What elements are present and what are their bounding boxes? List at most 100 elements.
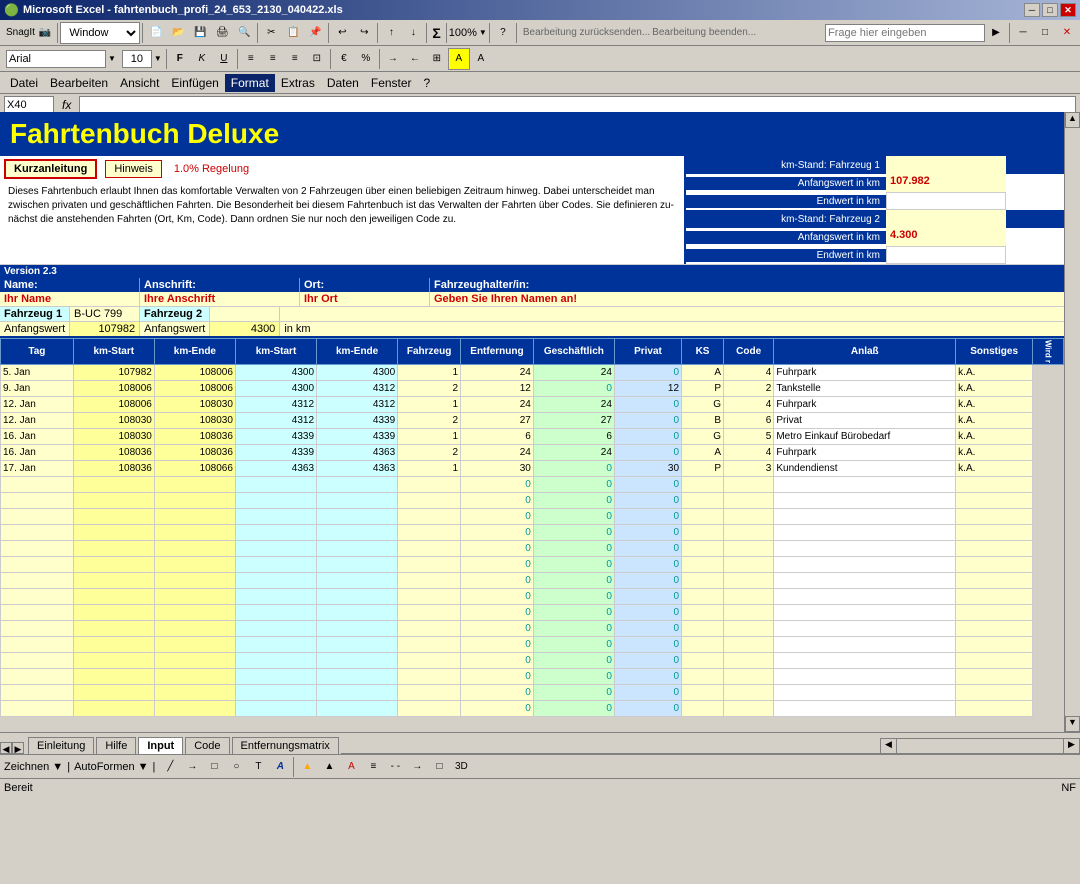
table-row[interactable]: 000 <box>1 541 1064 557</box>
borders-button[interactable]: ⊞ <box>426 48 448 70</box>
italic-button[interactable]: K <box>191 48 213 70</box>
formula-input[interactable] <box>79 96 1076 114</box>
table-row[interactable]: 9. Jan10800610800643004312212012P2Tankst… <box>1 381 1064 397</box>
underline-button[interactable]: U <box>213 48 235 70</box>
value-fahrzeughalter[interactable]: Geben Sie Ihren Namen an! <box>430 292 1064 306</box>
line-tool[interactable]: ╱ <box>159 756 181 778</box>
table-row[interactable]: 000 <box>1 685 1064 701</box>
rect-tool[interactable]: □ <box>203 756 225 778</box>
v1-anfang-val[interactable]: 107982 <box>70 322 140 336</box>
align-left-button[interactable]: ≡ <box>240 48 262 70</box>
print-button[interactable]: 🖨 <box>211 22 233 44</box>
undo-button[interactable]: ↩ <box>331 22 353 44</box>
table-row[interactable]: 000 <box>1 621 1064 637</box>
open-button[interactable]: 📂 <box>167 22 189 44</box>
table-row[interactable]: 000 <box>1 557 1064 573</box>
horizontal-scrollbar[interactable]: ◀ ▶ <box>880 738 1080 754</box>
tab-input[interactable]: Input <box>138 737 183 754</box>
table-row[interactable]: 000 <box>1 573 1064 589</box>
font-size-input[interactable] <box>122 50 152 68</box>
font-color-draw[interactable]: A <box>340 756 362 778</box>
sort-asc-button[interactable]: ↑ <box>380 22 402 44</box>
preview-button[interactable]: 🔍 <box>233 22 255 44</box>
help-search-input[interactable] <box>825 24 985 42</box>
v1-plate[interactable]: B-UC 799 <box>70 307 140 321</box>
tab-code[interactable]: Code <box>185 737 229 754</box>
table-row[interactable]: 000 <box>1 493 1064 509</box>
decrease-indent-button[interactable]: ← <box>404 48 426 70</box>
font-name-input[interactable] <box>6 50 106 68</box>
help-button[interactable]: ? <box>492 22 514 44</box>
table-row[interactable]: 000 <box>1 637 1064 653</box>
window-dropdown[interactable]: Window <box>60 22 140 44</box>
table-row[interactable]: 000 <box>1 477 1064 493</box>
v2-plate[interactable] <box>210 307 280 321</box>
table-row[interactable]: 12. Jan10800610803043124312124240G4Fuhrp… <box>1 397 1064 413</box>
tab-einleitung[interactable]: Einleitung <box>28 737 94 754</box>
align-right-button[interactable]: ≡ <box>284 48 306 70</box>
value-ort[interactable]: Ihr Ort <box>300 292 430 306</box>
kurzanleitung-button[interactable]: Kurzanleitung <box>4 159 97 179</box>
menu-extras[interactable]: Extras <box>275 74 321 92</box>
table-row[interactable]: 000 <box>1 589 1064 605</box>
hinweis-button[interactable]: Hinweis <box>105 160 162 178</box>
table-row[interactable]: 000 <box>1 653 1064 669</box>
minimize-button[interactable]: ─ <box>1024 3 1040 17</box>
snagit-icon[interactable]: 📷 <box>39 27 51 38</box>
font-color-button[interactable]: A <box>470 48 492 70</box>
merge-button[interactable]: ⊡ <box>306 48 328 70</box>
cut-button[interactable]: ✂ <box>260 22 282 44</box>
value-anschrift[interactable]: Ihre Anschrift <box>140 292 300 306</box>
table-row[interactable]: 000 <box>1 669 1064 685</box>
bold-button[interactable]: F <box>169 48 191 70</box>
arrow-tool[interactable]: → <box>181 756 203 778</box>
3d-draw[interactable]: 3D <box>450 756 472 778</box>
redo-button[interactable]: ↪ <box>353 22 375 44</box>
table-row[interactable]: 16. Jan108030108036433943391660G5Metro E… <box>1 429 1064 445</box>
tab-scroll-left[interactable]: ◀ <box>0 742 12 754</box>
table-row[interactable]: 000 <box>1 605 1064 621</box>
menu-format[interactable]: Format <box>225 74 275 92</box>
table-row[interactable]: 000 <box>1 701 1064 717</box>
currency-button[interactable]: € <box>333 48 355 70</box>
tab-entfernungsmatrix[interactable]: Entfernungsmatrix <box>232 737 339 754</box>
table-row[interactable]: 5. Jan10798210800643004300124240A4Fuhrpa… <box>1 365 1064 381</box>
v2-anfang-val[interactable]: 4300 <box>210 322 280 336</box>
font-dropdown-icon[interactable]: ▼ <box>108 54 116 63</box>
zoom-dropdown-icon[interactable]: ▼ <box>479 28 487 37</box>
maximize-button[interactable]: □ <box>1042 3 1058 17</box>
table-row[interactable]: 000 <box>1 509 1064 525</box>
fill-color-button[interactable]: A <box>448 48 470 70</box>
close-button[interactable]: ✕ <box>1060 3 1076 17</box>
copy-button[interactable]: 📋 <box>282 22 304 44</box>
menu-bearbeiten[interactable]: Bearbeiten <box>44 74 114 92</box>
win-close[interactable]: ✕ <box>1056 22 1078 44</box>
menu-datei[interactable]: Datei <box>4 74 44 92</box>
paste-button[interactable]: 📌 <box>304 22 326 44</box>
sort-desc-button[interactable]: ↓ <box>402 22 424 44</box>
textbox-tool[interactable]: T <box>247 756 269 778</box>
dash-style-draw[interactable]: - - <box>384 756 406 778</box>
percent-button[interactable]: % <box>355 48 377 70</box>
menu-hilfe[interactable]: ? <box>418 74 437 92</box>
line-style-draw[interactable]: ≡ <box>362 756 384 778</box>
win-restore[interactable]: □ <box>1034 22 1056 44</box>
tab-scroll-right[interactable]: ▶ <box>12 742 24 754</box>
value-name[interactable]: Ihr Name <box>0 292 140 306</box>
win-minimize[interactable]: ─ <box>1012 22 1034 44</box>
line-color-draw[interactable]: ▲ <box>318 756 340 778</box>
menu-daten[interactable]: Daten <box>321 74 365 92</box>
fill-color-draw[interactable]: ▲ <box>296 756 318 778</box>
tab-hilfe[interactable]: Hilfe <box>96 737 136 754</box>
table-row[interactable]: 17. Jan10803610806643634363130030P3Kunde… <box>1 461 1064 477</box>
arrow-style-draw[interactable]: → <box>406 756 428 778</box>
menu-ansicht[interactable]: Ansicht <box>114 74 165 92</box>
menu-fenster[interactable]: Fenster <box>365 74 418 92</box>
table-row[interactable]: 16. Jan10803610803643394363224240A4Fuhrp… <box>1 445 1064 461</box>
scroll-down-button[interactable]: ▼ <box>1065 716 1080 732</box>
cell-reference[interactable]: X40 <box>4 96 54 114</box>
increase-indent-button[interactable]: → <box>382 48 404 70</box>
search-go-button[interactable]: ▶ <box>985 22 1007 44</box>
new-button[interactable]: 📄 <box>145 22 167 44</box>
table-row[interactable]: 12. Jan10803010803043124339227270B6Priva… <box>1 413 1064 429</box>
